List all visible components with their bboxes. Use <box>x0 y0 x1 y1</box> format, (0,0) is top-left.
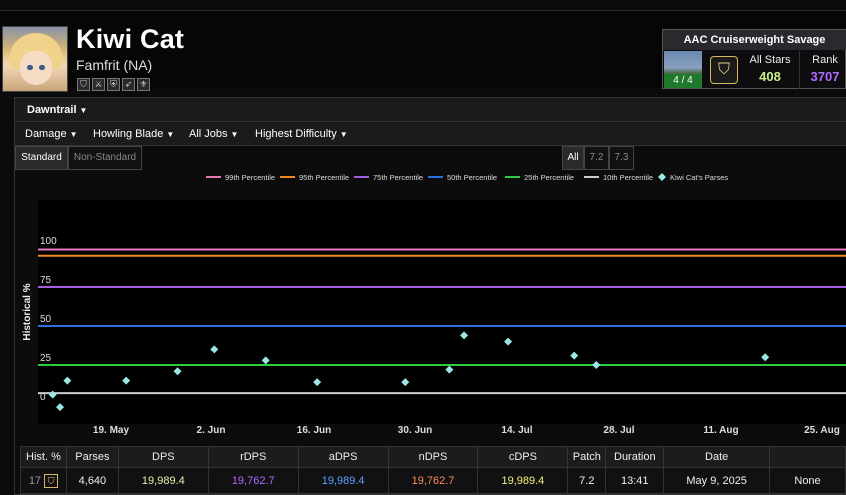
col-hist[interactable]: Hist. % <box>20 446 67 468</box>
crown-icon: ⛉ <box>44 473 59 488</box>
y-tick-label: 100 <box>40 236 57 247</box>
col-patch[interactable]: Patch <box>567 446 607 468</box>
legend-label-p25: 25th Percentile <box>524 173 574 182</box>
col-duration[interactable]: Duration <box>605 446 665 468</box>
col-ndps[interactable]: nDPS <box>387 446 479 468</box>
percentile-chart: 99th Percentile 95th Percentile 75th Perce… <box>22 173 846 436</box>
col-dps[interactable]: DPS <box>117 446 209 468</box>
cell-extra: None <box>769 467 846 494</box>
cell-cdps: 19,989.4 <box>477 467 569 494</box>
cell-parses: 4,640 <box>65 467 119 494</box>
col-cdps[interactable]: cDPS <box>477 446 569 468</box>
legend-label-parses: Kiwi Cat's Parses <box>670 173 728 182</box>
x-tick-label: 19. May <box>93 425 130 436</box>
y-tick-label: 50 <box>40 314 52 325</box>
cell-ndps: 19,762.7 <box>387 467 479 494</box>
col-rdps[interactable]: rDPS <box>207 446 299 468</box>
parse-table: Hist. % Parses DPS rDPS aDPS nDPS cDPS P… <box>20 446 846 495</box>
col-date[interactable]: Date <box>663 446 771 468</box>
table-row[interactable]: 17 ⛉ 4,640 19,989.4 19,762.7 19,989.4 19… <box>20 467 846 494</box>
legend-label-p99: 99th Percentile <box>225 173 275 182</box>
legend-label-p50: 50th Percentile <box>447 173 497 182</box>
table-header-row: Hist. % Parses DPS rDPS aDPS nDPS cDPS P… <box>20 446 846 468</box>
hist-value: 17 <box>28 474 42 487</box>
legend-swatch-parses <box>658 173 666 181</box>
y-tick-label: 75 <box>40 275 52 286</box>
cell-patch: 7.2 <box>567 467 607 494</box>
x-tick-label: 30. Jun <box>398 425 432 436</box>
col-parses[interactable]: Parses <box>65 446 119 468</box>
x-tick-label: 14. Jul <box>501 425 532 436</box>
legend-label-p10: 10th Percentile <box>603 173 653 182</box>
plot-area <box>38 200 846 424</box>
cell-hist: 17 ⛉ <box>20 467 67 494</box>
cell-date: May 9, 2025 <box>663 467 771 494</box>
y-tick-label: 25 <box>40 353 52 364</box>
cell-duration: 13:41 <box>605 467 665 494</box>
col-extra <box>769 446 846 468</box>
cell-rdps: 19,762.7 <box>207 467 299 494</box>
cell-dps: 19,989.4 <box>117 467 209 494</box>
x-tick-label: 16. Jun <box>297 425 331 436</box>
cell-adps: 19,989.4 <box>297 467 389 494</box>
col-adps[interactable]: aDPS <box>297 446 389 468</box>
x-tick-label: 11. Aug <box>703 425 738 436</box>
page: Kiwi Cat Famfrit (NA) ⛉ ⚔ ⛨ ➶ ⚜ AAC Crui… <box>0 0 846 495</box>
y-axis-label: Historical % <box>22 283 33 340</box>
legend-label-p75: 75th Percentile <box>373 173 423 182</box>
x-tick-label: 25. Aug <box>804 425 840 436</box>
x-tick-label: 2. Jun <box>197 425 226 436</box>
x-tick-label: 28. Jul <box>603 425 634 436</box>
legend-label-p95: 95th Percentile <box>299 173 349 182</box>
